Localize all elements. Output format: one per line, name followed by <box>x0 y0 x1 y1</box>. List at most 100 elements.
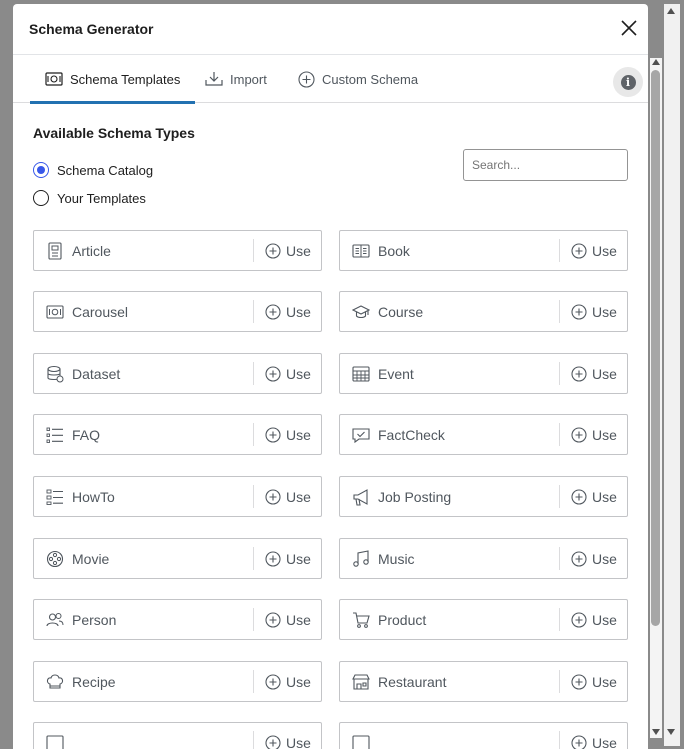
plus-circle-icon <box>265 551 281 567</box>
use-label: Use <box>286 674 311 690</box>
schema-card-person: Person Use <box>33 599 322 640</box>
card-divider <box>253 608 254 631</box>
tab-import[interactable]: Import <box>205 55 267 103</box>
plus-circle-icon <box>265 366 281 382</box>
radio-schema-catalog[interactable]: Schema Catalog <box>33 161 153 179</box>
use-label: Use <box>286 551 311 567</box>
use-button[interactable]: Use <box>571 303 617 321</box>
card-divider <box>253 362 254 385</box>
schema-card-factcheck: FactCheck Use <box>339 414 628 455</box>
use-button[interactable]: Use <box>571 611 617 629</box>
card-divider <box>559 670 560 693</box>
use-button[interactable]: Use <box>265 242 311 260</box>
plus-circle-icon <box>571 304 587 320</box>
use-button[interactable]: Use <box>571 734 617 749</box>
use-button[interactable]: Use <box>265 426 311 444</box>
plus-circle-icon <box>571 489 587 505</box>
card-divider <box>559 485 560 508</box>
close-button[interactable] <box>617 16 641 40</box>
schema-card-event: Event Use <box>339 353 628 394</box>
partial-icon <box>352 735 370 749</box>
schema-card-howto: HowTo Use <box>33 476 322 517</box>
radio-your-templates[interactable]: Your Templates <box>33 189 146 207</box>
schema-card-product: Product Use <box>339 599 628 640</box>
use-button[interactable]: Use <box>571 242 617 260</box>
schema-label: Music <box>378 551 415 567</box>
schema-label: Course <box>378 304 424 320</box>
use-button[interactable]: Use <box>265 673 311 691</box>
plus-circle-icon <box>571 674 587 690</box>
schema-label: Dataset <box>72 366 121 382</box>
schema-label: Event <box>378 366 414 382</box>
card-divider <box>559 362 560 385</box>
calendar-icon <box>352 366 370 382</box>
schema-card-restaurant: Restaurant Use <box>339 661 628 702</box>
film-reel-icon <box>46 550 64 568</box>
schema-label: Person <box>72 612 117 628</box>
use-button[interactable]: Use <box>571 550 617 568</box>
use-button[interactable]: Use <box>571 673 617 691</box>
book-icon <box>352 244 370 258</box>
use-button[interactable]: Use <box>265 734 311 749</box>
cart-icon <box>353 612 370 628</box>
tab-label: Schema Templates <box>70 71 181 87</box>
page-scrollbar[interactable] <box>664 4 680 746</box>
use-button[interactable]: Use <box>265 303 311 321</box>
use-label: Use <box>286 243 311 259</box>
tab-custom-schema[interactable]: Custom Schema <box>298 55 418 103</box>
plus-circle-icon <box>298 70 315 88</box>
scroll-down-arrow-icon[interactable] <box>652 729 660 735</box>
use-button[interactable]: Use <box>571 426 617 444</box>
plus-circle-icon <box>571 735 587 749</box>
chef-hat-icon <box>46 674 64 689</box>
plus-circle-icon <box>265 674 281 690</box>
card-divider <box>559 547 560 570</box>
plus-circle-icon <box>265 243 281 259</box>
use-label: Use <box>286 366 311 382</box>
plus-circle-icon <box>265 427 281 443</box>
use-button[interactable]: Use <box>265 365 311 383</box>
radio-label: Schema Catalog <box>57 162 154 178</box>
radio-label: Your Templates <box>57 190 146 206</box>
close-icon[interactable] <box>617 16 641 40</box>
use-label: Use <box>592 612 617 628</box>
section-title: Available Schema Types <box>33 125 195 141</box>
card-divider <box>253 239 254 262</box>
radio-button[interactable] <box>33 190 49 206</box>
music-note-icon <box>353 550 369 567</box>
template-icon <box>45 72 63 86</box>
chat-check-icon <box>352 428 370 444</box>
graduation-cap-icon <box>352 305 370 319</box>
schema-label: FAQ <box>72 427 101 443</box>
page-scroll-down-arrow-icon[interactable] <box>667 729 675 735</box>
storefront-icon <box>352 674 370 690</box>
people-icon <box>46 613 64 627</box>
modal-scrollbar-thumb[interactable] <box>651 70 660 626</box>
schema-card-partial: Use <box>339 722 628 749</box>
page-scroll-up-arrow-icon[interactable] <box>667 8 675 14</box>
info-button[interactable]: i <box>613 67 643 97</box>
use-button[interactable]: Use <box>265 550 311 568</box>
tab-schema-templates[interactable]: Schema Templates <box>30 55 196 104</box>
scroll-up-arrow-icon[interactable] <box>652 59 660 65</box>
partial-icon <box>46 735 64 749</box>
search-input[interactable] <box>463 149 628 181</box>
modal-header: Schema Generator <box>13 4 648 55</box>
plus-circle-icon <box>265 735 281 749</box>
radio-button[interactable] <box>33 162 49 178</box>
schema-label: Movie <box>72 551 110 567</box>
use-label: Use <box>592 243 617 259</box>
use-button[interactable]: Use <box>265 611 311 629</box>
use-label: Use <box>286 304 311 320</box>
card-divider <box>559 423 560 446</box>
use-button[interactable]: Use <box>571 488 617 506</box>
use-label: Use <box>286 735 311 749</box>
use-button[interactable]: Use <box>571 365 617 383</box>
use-button[interactable]: Use <box>265 488 311 506</box>
schema-label: Book <box>378 243 410 259</box>
schema-label: Article <box>72 243 111 259</box>
list-icon <box>46 427 63 443</box>
card-divider <box>253 670 254 693</box>
card-divider <box>253 300 254 323</box>
card-divider <box>253 547 254 570</box>
